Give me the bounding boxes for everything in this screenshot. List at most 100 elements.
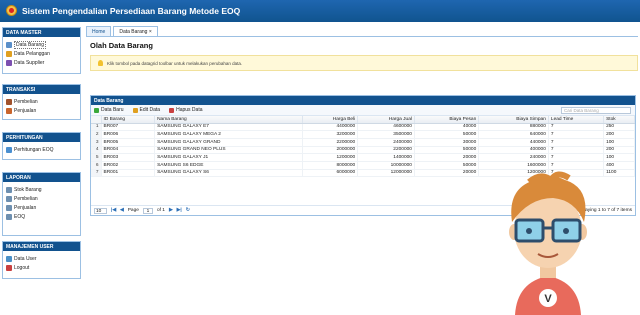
table-cell: BR002 (101, 161, 156, 170)
sidebar-item-penjualan[interactable]: Penjualan (6, 106, 77, 115)
table-cell: BR003 (101, 153, 156, 162)
table-cell: 2200000 (357, 146, 415, 155)
table-cell: 40000 (414, 123, 480, 132)
table-cell: SAMSUNG GALAXY J1 (154, 153, 304, 162)
table-cell: 100 (603, 153, 635, 162)
first-page-icon[interactable]: |◀ (111, 208, 116, 213)
table-cell: 7 (548, 146, 605, 155)
sidebar-item-data-pelanggan[interactable]: Data Pelanggan (6, 49, 77, 58)
app-title: Sistem Pengendalian Persediaan Barang Me… (22, 6, 241, 16)
tab-home[interactable]: Home (86, 26, 112, 36)
svg-text:V: V (544, 293, 552, 305)
row-number: 1 (91, 123, 102, 132)
table-cell: 400000 (478, 146, 549, 155)
sidebar-item-data-supplier[interactable]: Data Supplier (6, 58, 77, 67)
table-cell: 2200000 (302, 138, 359, 147)
table-row[interactable]: 5 BR003 SAMSUNG GALAXY J1 1200000 1400000 200… (91, 153, 635, 162)
app-logo-icon (6, 5, 17, 16)
sidebar-item-logout[interactable]: Logout (6, 263, 77, 272)
row-number-header (91, 116, 102, 124)
row-number: 4 (91, 146, 102, 155)
panel-title: MANAJEMEN USER (3, 242, 80, 251)
tab-divider (86, 36, 638, 37)
info-box: Klik tombol pada datagrid toolbar untuk … (90, 55, 638, 71)
sidebar-item-data-barang[interactable]: Data Barang (6, 40, 77, 49)
table-cell: 7 (548, 153, 605, 162)
col-lead-time[interactable]: Lead Time (548, 116, 605, 124)
col-biaya-simpan[interactable]: Biaya Simpan (478, 116, 549, 124)
next-page-icon[interactable]: ▶ (169, 208, 173, 213)
table-cell: 1600000 (478, 161, 549, 170)
table-cell: SAMSUNG GALAXY GRAND (154, 138, 304, 147)
panel-manajemen-user: MANAJEMEN USER Data User Logout (2, 241, 81, 279)
table-cell: 20000 (414, 153, 480, 162)
table-cell: 200 (603, 146, 635, 155)
sidebar-item-pembelian[interactable]: Pembelian (6, 97, 77, 106)
customer-icon (6, 50, 12, 57)
table-row[interactable]: 1 BR007 SAMSUNG GALAXY E7 4400000 4600000 400… (91, 123, 635, 132)
prev-page-icon[interactable]: ◀ (120, 208, 124, 213)
table-cell: 2400000 (357, 138, 415, 147)
page-label: Page (127, 208, 139, 213)
row-number: 2 (91, 130, 102, 139)
sidebar-item-data-user[interactable]: Data User (6, 254, 77, 263)
report-icon (6, 204, 12, 211)
table-cell: BR001 (101, 169, 156, 178)
col-harga-beli[interactable]: Harga Beli (302, 116, 359, 124)
sidebar-item-laporan-eoq[interactable]: EOQ (6, 212, 77, 221)
table-row[interactable]: 4 BR004 SAMSUNG GRAND NEO PLUS 2000000 22000… (91, 146, 635, 155)
app-header: Sistem Pengendalian Persediaan Barang Me… (0, 0, 640, 22)
report-icon (6, 195, 12, 202)
tab-data-barang[interactable]: Data Barang × (113, 26, 158, 36)
new-data-button[interactable]: Data Baru (94, 107, 124, 113)
panel-title: PERHITUNGAN (3, 133, 80, 142)
sidebar-item-stok-barang[interactable]: Stok Barang (6, 185, 77, 194)
table-cell: 1400000 (357, 153, 415, 162)
delete-data-button[interactable]: Hapus Data (169, 107, 203, 113)
page-size-select[interactable]: 10 (94, 207, 107, 214)
table-row[interactable]: 6 BR002 SAMSUNG S6 EDGE 8000000 10000000 5000… (91, 161, 635, 170)
col-id-barang[interactable]: ID Barang (101, 116, 156, 124)
edit-data-button[interactable]: Edit Data (132, 107, 160, 113)
search-input[interactable]: Cari Data Barang (561, 107, 631, 114)
table-cell: BR004 (101, 146, 156, 155)
edit-icon (132, 107, 138, 113)
table-cell: 12000000 (357, 169, 415, 178)
table-row[interactable]: 2 BR006 SAMSUNG GALAXY MEGA 2 3200000 350000… (91, 130, 635, 139)
col-stok[interactable]: Stok (603, 116, 635, 124)
info-text: Klik tombol pada datagrid toolbar untuk … (107, 60, 243, 66)
report-icon (6, 213, 12, 220)
sidebar-item-laporan-pembelian[interactable]: Pembelian (6, 194, 77, 203)
page-title: Olah Data Barang (90, 41, 153, 50)
table-cell: 3200000 (302, 130, 359, 139)
panel-title: TRANSAKSI (3, 85, 80, 94)
table-row[interactable]: 3 BR005 SAMSUNG GALAXY GRAND 2200000 2400000… (91, 138, 635, 147)
table-cell: 1100 (603, 169, 635, 178)
table-cell: 100 (603, 138, 635, 147)
table-cell: 30000 (414, 138, 480, 147)
table-cell: SAMSUNG GALAXY MEGA 2 (154, 130, 304, 139)
table-cell: SAMSUNG GALAXY E7 (154, 123, 304, 132)
sidebar-item-perhitungan-eoq[interactable]: Perhitungan EOQ (6, 145, 77, 154)
col-nama-barang[interactable]: Nama Barang (154, 116, 304, 124)
table-cell: 7 (548, 138, 605, 147)
report-icon (6, 186, 12, 193)
purchase-icon (6, 98, 12, 105)
last-page-icon[interactable]: ▶| (177, 208, 182, 213)
refresh-icon[interactable]: ↻ (186, 208, 190, 213)
table-cell: SAMSUNG GALAXY S6 (154, 169, 304, 178)
page-number-input[interactable]: 1 (142, 207, 153, 214)
sidebar-item-laporan-penjualan[interactable]: Penjualan (6, 203, 77, 212)
grid-title: Data Barang (91, 96, 635, 105)
tab-bar: Home Data Barang × (86, 26, 158, 36)
calculator-icon (6, 146, 12, 153)
col-biaya-pesan[interactable]: Biaya Pesan (414, 116, 480, 124)
table-cell: 7 (548, 161, 605, 170)
tab-close-icon[interactable]: × (149, 29, 152, 35)
table-cell: 8000000 (302, 161, 359, 170)
table-cell: 240000 (478, 153, 549, 162)
panel-title: DATA MASTER (3, 28, 80, 37)
mascot-illustration: V (509, 171, 587, 315)
col-harga-jual[interactable]: Harga Jual (357, 116, 415, 124)
table-cell: 250 (603, 123, 635, 132)
